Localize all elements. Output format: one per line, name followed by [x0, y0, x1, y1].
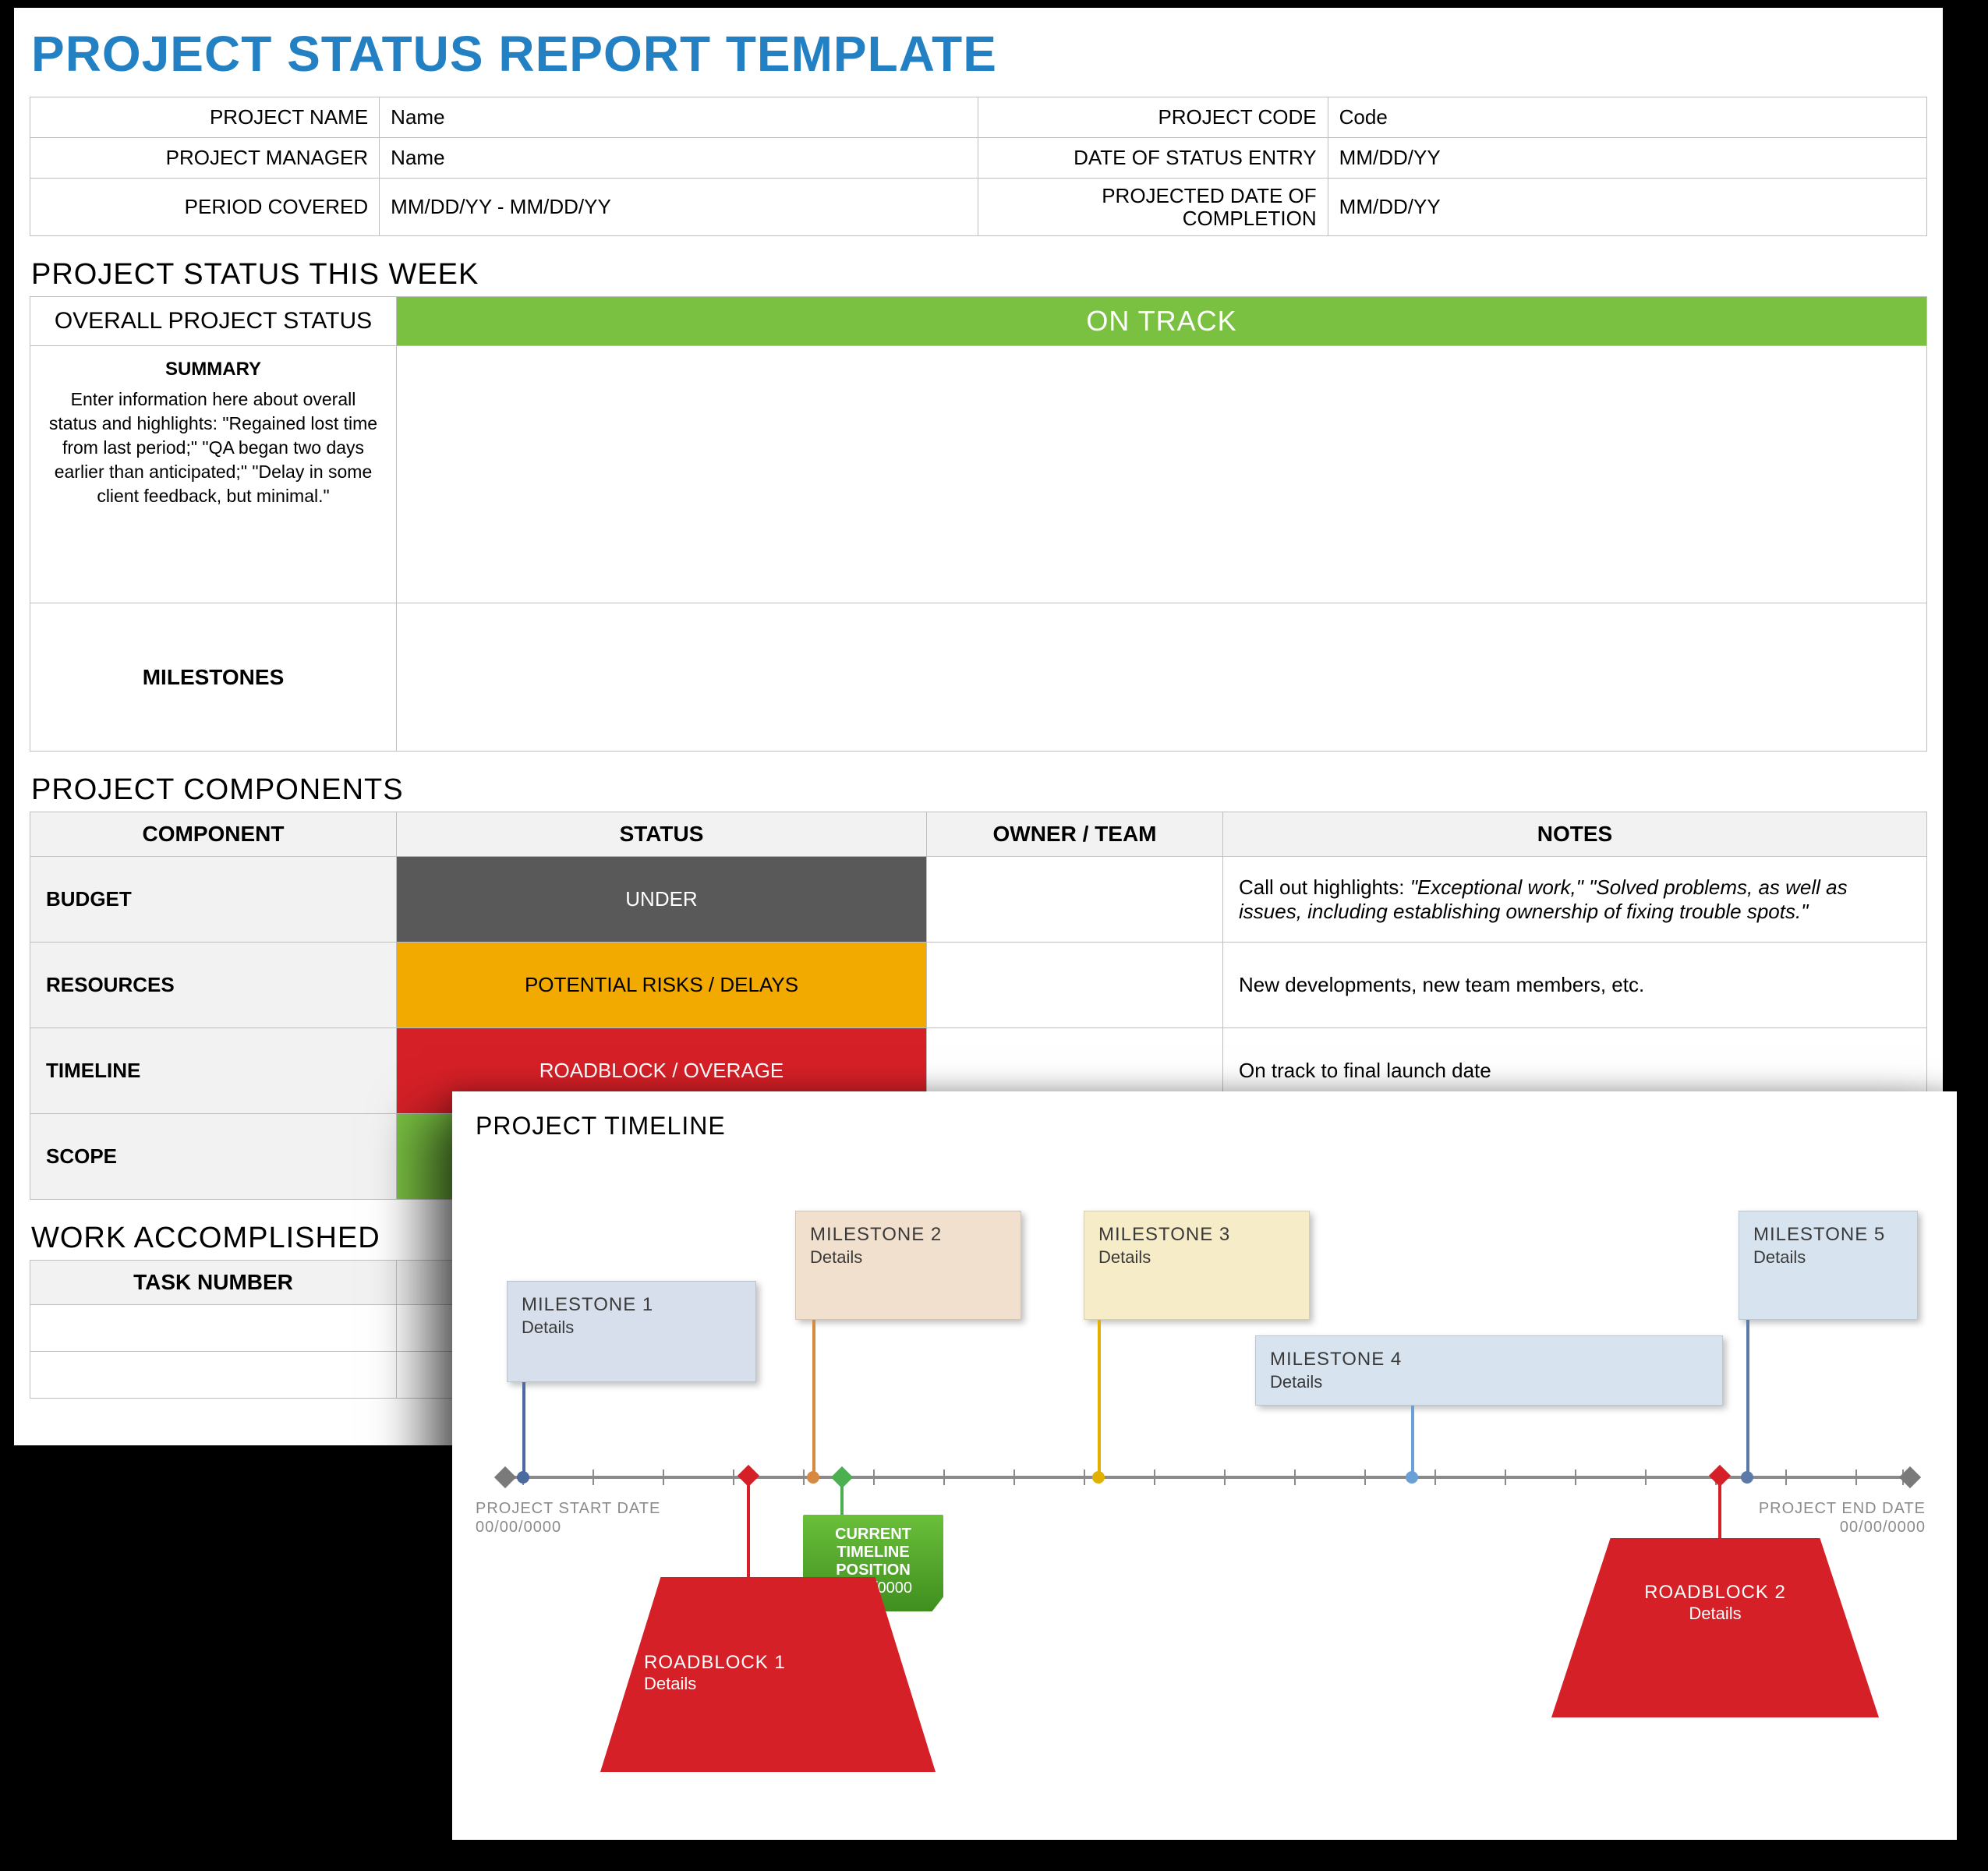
timeline-tick: [803, 1470, 805, 1485]
timeline-tick: [733, 1470, 734, 1485]
timeline-axis: [499, 1476, 1910, 1479]
component-name: RESOURCES: [30, 943, 397, 1028]
milestone-card-1[interactable]: MILESTONE 1 Details: [507, 1281, 756, 1382]
meta-project-code[interactable]: Code: [1328, 97, 1926, 138]
milestones-label: MILESTONES: [30, 603, 397, 752]
col-owner: OWNER / TEAM: [927, 812, 1223, 857]
meta-table: PROJECT NAME Name PROJECT CODE Code PROJ…: [30, 97, 1927, 236]
col-notes: NOTES: [1223, 812, 1927, 857]
col-task-number: TASK NUMBER: [30, 1261, 397, 1305]
timeline-tick: [1505, 1470, 1506, 1485]
milestone-card-2[interactable]: MILESTONE 2 Details: [795, 1211, 1021, 1320]
component-owner[interactable]: [927, 943, 1223, 1028]
meta-project-manager-label: PROJECT MANAGER: [30, 138, 380, 179]
col-status: STATUS: [397, 812, 927, 857]
component-name: SCOPE: [30, 1114, 397, 1200]
meta-date-status-label: DATE OF STATUS ENTRY: [978, 138, 1328, 179]
timeline-tick: [1575, 1470, 1576, 1485]
timeline-title: PROJECT TIMELINE: [476, 1112, 1933, 1141]
component-name: TIMELINE: [30, 1028, 397, 1114]
work-cell[interactable]: [30, 1305, 397, 1352]
milestone-stem: [1746, 1320, 1749, 1474]
section-components: PROJECT COMPONENTS: [31, 773, 1927, 807]
milestone-card-3[interactable]: MILESTONE 3 Details: [1084, 1211, 1310, 1320]
meta-projected-label: PROJECTED DATE OF COMPLETION: [978, 179, 1328, 236]
overall-status-value[interactable]: ON TRACK: [397, 297, 1927, 346]
timeline-tick: [1645, 1470, 1647, 1485]
roadblock-card-2[interactable]: ROADBLOCK 2 Details: [1551, 1538, 1879, 1717]
current-stem: [840, 1484, 844, 1516]
timeline-tick: [1434, 1470, 1436, 1485]
timeline-tick: [1154, 1470, 1155, 1485]
axis-end-label: PROJECT END DATE 00/00/0000: [1759, 1499, 1926, 1537]
meta-project-name-label: PROJECT NAME: [30, 97, 380, 138]
axis-start-label: PROJECT START DATE 00/00/0000: [476, 1499, 660, 1537]
meta-projected[interactable]: MM/DD/YY: [1328, 179, 1926, 236]
meta-project-manager[interactable]: Name: [380, 138, 978, 179]
milestone-card-5[interactable]: MILESTONE 5 Details: [1739, 1211, 1918, 1320]
timeline-tick: [1224, 1470, 1226, 1485]
component-row-budget: BUDGET UNDER Call out highlights: "Excep…: [30, 857, 1927, 943]
meta-period[interactable]: MM/DD/YY - MM/DD/YY: [380, 179, 978, 236]
roadblock-stem: [1718, 1484, 1721, 1538]
component-status[interactable]: POTENTIAL RISKS / DELAYS: [397, 943, 927, 1028]
milestone-card-4[interactable]: MILESTONE 4 Details: [1255, 1335, 1723, 1406]
timeline-tick: [1294, 1470, 1296, 1485]
component-notes[interactable]: New developments, new team members, etc.: [1223, 943, 1927, 1028]
meta-project-name[interactable]: Name: [380, 97, 978, 138]
meta-period-label: PERIOD COVERED: [30, 179, 380, 236]
timeline-tick: [1364, 1470, 1366, 1485]
timeline-tick: [943, 1470, 945, 1485]
overall-status-label: OVERALL PROJECT STATUS: [30, 297, 397, 346]
timeline-panel: PROJECT TIMELINE MILESTONE 1 Details MIL…: [452, 1091, 1957, 1840]
milestones-entry[interactable]: [397, 603, 1927, 752]
meta-date-status[interactable]: MM/DD/YY: [1328, 138, 1926, 179]
milestone-stem: [812, 1320, 815, 1474]
timeline-tick: [1855, 1470, 1857, 1485]
col-component: COMPONENT: [30, 812, 397, 857]
component-row-resources: RESOURCES POTENTIAL RISKS / DELAYS New d…: [30, 943, 1927, 1028]
milestone-dot: [1741, 1471, 1753, 1484]
timeline-tick: [1785, 1470, 1787, 1485]
page-title: PROJECT STATUS REPORT TEMPLATE: [31, 25, 1927, 83]
component-notes[interactable]: Call out highlights: "Exceptional work,"…: [1223, 857, 1927, 943]
summary-label: SUMMARY: [165, 359, 261, 380]
status-week-table: OVERALL PROJECT STATUS ON TRACK SUMMARY …: [30, 296, 1927, 752]
meta-project-code-label: PROJECT CODE: [978, 97, 1328, 138]
milestone-stem: [1098, 1320, 1101, 1474]
summary-hint: Enter information here about overall sta…: [44, 387, 382, 508]
summary-cell: SUMMARY Enter information here about ove…: [30, 346, 397, 603]
timeline-stage: MILESTONE 1 Details MILESTONE 2 Details …: [476, 1148, 1933, 1834]
component-status[interactable]: UNDER: [397, 857, 927, 943]
timeline-tick: [873, 1470, 875, 1485]
work-cell[interactable]: [30, 1352, 397, 1399]
timeline-tick: [1013, 1470, 1015, 1485]
milestone-dot: [517, 1471, 529, 1484]
summary-entry[interactable]: [397, 346, 1927, 603]
section-status-week: PROJECT STATUS THIS WEEK: [31, 258, 1927, 292]
milestone-stem: [1411, 1406, 1414, 1474]
timeline-tick: [663, 1470, 664, 1485]
timeline-tick: [1084, 1470, 1085, 1485]
roadblock-stem: [747, 1484, 750, 1577]
component-owner[interactable]: [927, 857, 1223, 943]
milestone-dot: [807, 1471, 819, 1484]
diamond-start-icon: [494, 1466, 516, 1488]
milestone-dot: [1406, 1471, 1418, 1484]
component-name: BUDGET: [30, 857, 397, 943]
milestone-stem: [522, 1382, 525, 1474]
timeline-tick: [593, 1470, 594, 1485]
milestone-dot: [1092, 1471, 1105, 1484]
